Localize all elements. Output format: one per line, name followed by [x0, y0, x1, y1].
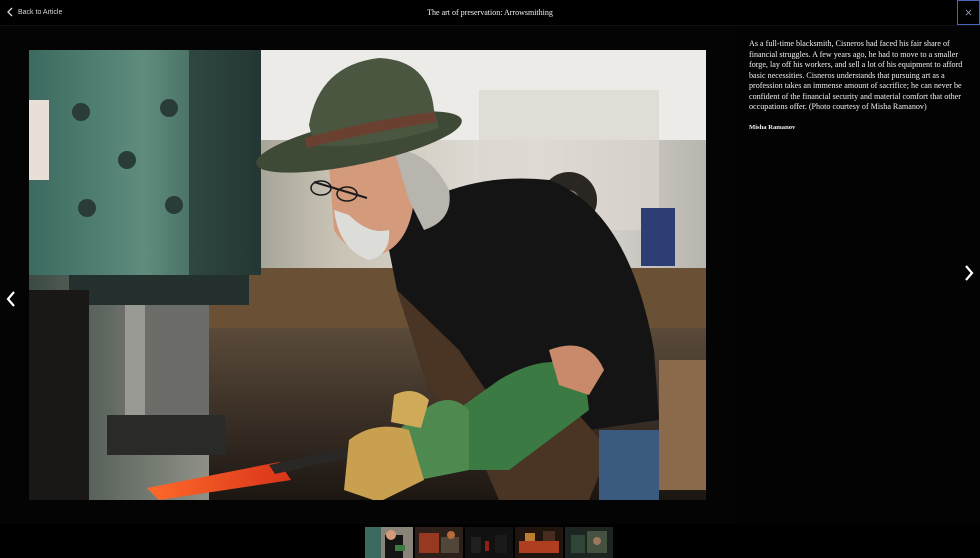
thumbnail-image: [415, 527, 463, 558]
thumbnail-image: [465, 527, 513, 558]
thumbnail-filmstrip: [0, 524, 980, 558]
close-button[interactable]: [957, 0, 980, 25]
thumbnail-1[interactable]: [365, 527, 413, 558]
chevron-right-icon: [965, 265, 974, 281]
thumbnail-image: [365, 527, 413, 558]
caption-panel: As a full-time blacksmith, Cisneros had …: [736, 26, 980, 524]
thumbnail-4[interactable]: [515, 527, 563, 558]
previous-image-button[interactable]: [4, 288, 18, 310]
image-stage: [0, 26, 736, 524]
thumbnail-5[interactable]: [565, 527, 613, 558]
top-bar: Back to Article The art of preservation:…: [0, 0, 980, 26]
thumbnail-image: [565, 527, 613, 558]
thumbnail-2[interactable]: [415, 527, 463, 558]
gallery-title: The art of preservation: Arrowsmithing: [427, 8, 553, 17]
thumbnail-3[interactable]: [465, 527, 513, 558]
gallery-photo: [29, 50, 706, 500]
photo-caption: As a full-time blacksmith, Cisneros had …: [749, 39, 963, 111]
next-image-button[interactable]: [962, 262, 976, 284]
blacksmith-photo-illustration: [29, 50, 706, 500]
close-icon: [965, 9, 972, 16]
photo-credit: Misha Ramanov: [749, 123, 796, 131]
thumbnail-image: [515, 527, 563, 558]
chevron-left-icon: [6, 291, 15, 307]
